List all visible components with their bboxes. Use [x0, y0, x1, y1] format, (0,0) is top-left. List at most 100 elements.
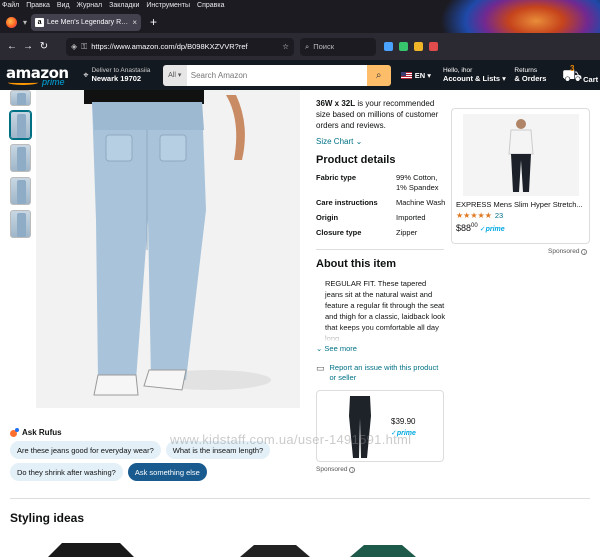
amazon-favicon-icon: a	[35, 17, 45, 27]
cart-button[interactable]: 3 ⛟ Cart	[562, 64, 599, 86]
product-details-title: Product details	[316, 154, 396, 166]
ask-rufus: Ask Rufus Are these jeans good for every…	[10, 428, 430, 485]
product-page: 36W x 32L is your recommended size based…	[0, 90, 600, 557]
firefox-icon	[6, 16, 17, 28]
menu-view[interactable]: Вид	[57, 2, 70, 9]
table-row: Closure type Zipper	[316, 228, 418, 237]
ad-title[interactable]: EXPRESS Mens Slim Hyper Stretch...	[456, 200, 588, 209]
rufus-chip[interactable]: Do they shrink after washing?	[10, 463, 123, 481]
thumbnail[interactable]	[10, 210, 31, 238]
about-title: About this item	[316, 258, 397, 270]
extension-icons	[384, 42, 444, 51]
rufus-suggestions: Are these jeans good for everyday wear? …	[10, 441, 310, 485]
ad-price: $39.90	[391, 417, 416, 426]
thumbnail[interactable]	[10, 90, 31, 106]
returns-orders[interactable]: Returns & Orders	[514, 67, 558, 83]
ad-price: $8800 ✓prime	[456, 223, 505, 233]
back-icon[interactable]: ←	[4, 41, 20, 52]
search-submit-icon[interactable]: ⌕	[366, 64, 391, 86]
man-in-shirt-photo	[508, 119, 534, 192]
report-issue-link[interactable]: ▭ Report an issue with this product or s…	[316, 363, 446, 383]
styling-ideas-images	[48, 543, 416, 557]
account-menu[interactable]: Hello, ihor Account & Lists ▾	[443, 67, 508, 83]
extension-icon[interactable]	[384, 42, 393, 51]
jeans-photo	[36, 90, 300, 408]
size-chart-link[interactable]: Size Chart ⌄	[316, 137, 446, 146]
chevron-down-icon: ⌄	[316, 344, 323, 353]
menu-bookmarks[interactable]: Закладки	[109, 2, 139, 9]
right-sponsored-ad[interactable]: EXPRESS Mens Slim Hyper Stretch... ★★★★★…	[451, 108, 590, 244]
account-lists: Account & Lists ▾	[442, 74, 506, 83]
extension-icon[interactable]	[399, 42, 408, 51]
lock-icon[interactable]: ⚿	[81, 42, 87, 52]
thumbnail[interactable]	[10, 144, 31, 172]
url-bar[interactable]: ◈ ⚿ https://www.amazon.com/dp/B098KXZVVR…	[66, 37, 294, 56]
amazon-search-input[interactable]: Search Amazon	[186, 64, 367, 86]
menu-tools[interactable]: Инструменты	[146, 2, 190, 9]
deliver-line2: Newark 19702	[91, 74, 142, 83]
forward-icon[interactable]: →	[20, 41, 36, 52]
account-greeting: Hello, ihor	[442, 67, 473, 74]
browser-tabbar: ▾ a Lee Men's Legendary Regular Fit × +	[0, 11, 600, 33]
product-main-image[interactable]	[36, 90, 300, 408]
deliver-line1: Deliver to Anastasiia	[91, 67, 151, 74]
browser-tab-active[interactable]: a Lee Men's Legendary Regular Fit ×	[31, 13, 142, 31]
search-category-select[interactable]: All ▾	[162, 64, 187, 86]
location-pin-icon: ⌖	[83, 69, 89, 80]
extension-icon[interactable]	[414, 42, 423, 51]
logo-smile-icon	[8, 80, 38, 85]
star-rating[interactable]: ★★★★★ 23	[456, 211, 503, 220]
ad-product-image	[463, 114, 579, 196]
divider	[316, 249, 444, 250]
about-list: REGULAR FIT. These tapered jeans sit at …	[316, 278, 446, 342]
feedback-icon: ▭	[316, 363, 325, 373]
tab-title: Lee Men's Legendary Regular Fit	[47, 18, 129, 26]
amazon-header: amazon prime ⌖ Deliver to Anastasiia New…	[0, 60, 600, 90]
size-recommendation: 36W x 32L is your recommended size based…	[316, 99, 439, 130]
browser-menubar: Файл Правка Вид Журнал Закладки Инструме…	[0, 0, 600, 11]
amazon-prime-logo[interactable]: amazon prime	[4, 62, 69, 88]
info-icon[interactable]: i	[581, 248, 588, 255]
table-row: Care instructions Machine Wash	[316, 198, 446, 207]
product-info-column: 36W x 32L is your recommended size based…	[316, 90, 446, 473]
thumbnail[interactable]	[10, 177, 31, 205]
new-tab-icon[interactable]: +	[150, 15, 157, 29]
cart-count: 3	[569, 64, 575, 73]
table-row: Origin Imported	[316, 213, 426, 222]
menu-file[interactable]: Файл	[2, 2, 19, 9]
ask-something-else-button[interactable]: Ask something else	[127, 463, 207, 481]
deliver-to[interactable]: ⌖ Deliver to Anastasiia Newark 19702	[83, 67, 158, 83]
close-tab-icon[interactable]: ×	[132, 18, 137, 27]
list-item: REGULAR FIT. These tapered jeans sit at …	[325, 278, 446, 342]
divider	[10, 498, 590, 499]
url-text: https://www.amazon.com/dp/B098KXZVVR?ref	[91, 42, 248, 51]
see-more-link[interactable]: ⌄ See more	[316, 344, 446, 353]
styling-ideas-title: Styling ideas	[10, 511, 85, 525]
rufus-title: Ask Rufus	[10, 428, 430, 437]
tab-list-icon[interactable]: ▾	[23, 18, 27, 27]
thumbnail-selected[interactable]	[10, 111, 31, 139]
amazon-search: All ▾ Search Amazon ⌕	[162, 64, 391, 86]
rufus-icon	[10, 428, 19, 437]
cart-label: Cart	[583, 75, 599, 84]
rufus-chip[interactable]: Are these jeans good for everyday wear?	[10, 441, 161, 459]
browser-navbar: ← → ↻ ◈ ⚿ https://www.amazon.com/dp/B098…	[0, 33, 600, 60]
menu-edit[interactable]: Правка	[26, 2, 50, 9]
menu-help[interactable]: Справка	[197, 2, 224, 9]
thumbnail-list	[10, 90, 32, 243]
reload-icon[interactable]: ↻	[36, 41, 52, 52]
browser-search-box[interactable]: ⌕ Поиск	[300, 37, 376, 56]
sponsored-label: Sponsored i	[548, 248, 588, 255]
logo-prime: prime	[42, 77, 65, 87]
extension-icon[interactable]	[429, 42, 438, 51]
search-icon: ⌕	[305, 41, 310, 51]
menu-history[interactable]: Журнал	[77, 2, 103, 9]
language-selector[interactable]: EN ▾	[400, 71, 431, 80]
rufus-chip[interactable]: What is the inseam length?	[165, 441, 271, 459]
shield-icon[interactable]: ◈	[71, 42, 77, 51]
table-row: Fabric type 99% Cotton, 1% Spandex	[316, 173, 439, 192]
product-details-table: Fabric type 99% Cotton, 1% Spandex Care i…	[316, 173, 446, 243]
bookmark-star-icon[interactable]: ☆	[282, 42, 289, 51]
chevron-down-icon: ⌄	[355, 137, 363, 146]
browser-search-placeholder: Поиск	[313, 42, 334, 51]
